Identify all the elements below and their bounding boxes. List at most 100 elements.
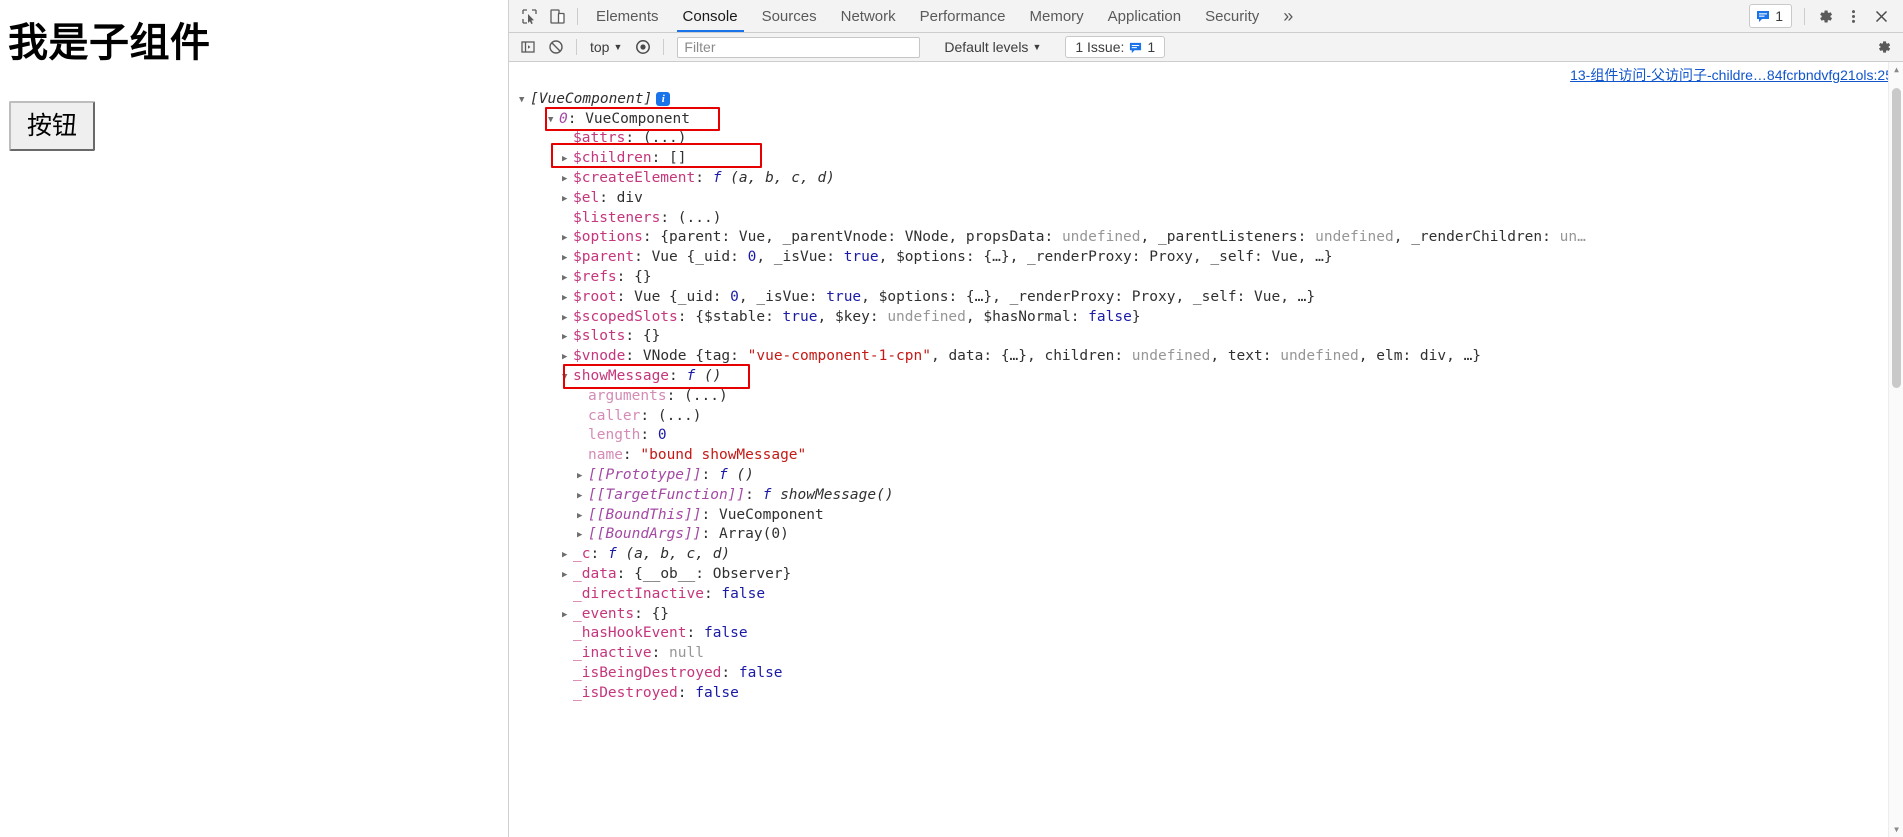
console-line[interactable]: ▶_inactive: null: [519, 644, 1903, 664]
console-line[interactable]: ▶_isBeingDestroyed: false: [519, 664, 1903, 684]
log-levels-selector[interactable]: Default levels ▼: [940, 39, 1045, 55]
console-output[interactable]: 13-组件访问-父访问子-childre…84fcrbndvfg21ols:25…: [509, 62, 1903, 837]
expand-arrow-open-icon[interactable]: ▼: [548, 111, 559, 131]
console-line[interactable]: ▶_isDestroyed: false: [519, 684, 1903, 704]
console-line[interactable]: ▶$attrs: (...): [519, 129, 1903, 149]
expand-arrow-closed-icon[interactable]: ▶: [577, 507, 588, 527]
expand-arrow-closed-icon[interactable]: ▶: [577, 467, 588, 487]
console-token: :: [625, 348, 643, 365]
console-line[interactable]: ▶ $slots: {}: [519, 327, 1903, 347]
console-line[interactable]: ▶length: 0: [519, 426, 1903, 446]
console-line[interactable]: ▶ $vnode: VNode {tag: "vue-component-1-cp…: [519, 347, 1903, 367]
console-token: "bound showMessage": [640, 447, 807, 464]
expand-arrow-closed-icon[interactable]: ▶: [562, 190, 573, 210]
console-scrollbar[interactable]: ▲ ▼: [1888, 62, 1903, 837]
expand-arrow-closed-icon[interactable]: ▶: [562, 348, 573, 368]
console-line[interactable]: ▶ $options: {parent: Vue, _parentVnode: V…: [519, 228, 1903, 248]
console-token: true: [843, 249, 879, 266]
filter-input[interactable]: [677, 36, 921, 58]
tab-network[interactable]: Network: [829, 0, 908, 32]
console-token: $vnode: [573, 348, 626, 365]
more-tabs-icon[interactable]: »: [1271, 0, 1305, 32]
console-token: elm: [1376, 348, 1403, 365]
console-token: _isDestroyed: [573, 684, 678, 701]
tab-application[interactable]: Application: [1096, 0, 1193, 32]
inspect-element-icon[interactable]: [515, 0, 543, 32]
console-line[interactable]: ▼ showMessage: f (): [519, 367, 1903, 387]
tab-sources[interactable]: Sources: [750, 0, 829, 32]
console-token: 0: [657, 427, 667, 444]
tab-elements[interactable]: Elements: [584, 0, 671, 32]
info-icon[interactable]: i: [656, 91, 671, 106]
console-line[interactable]: ▶ [[BoundArgs]]: Array(0): [519, 525, 1903, 545]
console-token: _hasHookEvent: [573, 625, 687, 642]
console-token: :: [651, 150, 670, 167]
issues-summary-bar[interactable]: 1 Issue: 1: [1065, 36, 1166, 58]
expand-arrow-closed-icon[interactable]: ▶: [562, 269, 573, 289]
console-line[interactable]: ▼ [VueComponent] i: [519, 90, 1903, 110]
expand-arrow-open-icon[interactable]: ▼: [562, 368, 573, 388]
expand-arrow-closed-icon[interactable]: ▶: [562, 170, 573, 190]
console-line[interactable]: ▶ [[TargetFunction]]: f showMessage(): [519, 486, 1903, 506]
tab-security[interactable]: Security: [1193, 0, 1271, 32]
expand-arrow-closed-icon[interactable]: ▶: [562, 328, 573, 348]
console-token: :: [640, 407, 658, 424]
expand-arrow-closed-icon[interactable]: ▶: [562, 566, 573, 586]
console-token: 0: [730, 288, 739, 305]
scroll-up-icon[interactable]: ▲: [1889, 62, 1903, 77]
source-link[interactable]: 13-组件访问-父访问子-childre…84fcrbndvfg21ols:25: [1570, 67, 1893, 83]
expand-arrow-closed-icon[interactable]: ▶: [562, 546, 573, 566]
console-line[interactable]: ▶ [[BoundThis]]: VueComponent: [519, 506, 1903, 526]
console-line[interactable]: ▶ $createElement: f (a, b, c, d): [519, 169, 1903, 189]
execution-context-selector[interactable]: top ▼: [584, 39, 628, 55]
expand-arrow-closed-icon[interactable]: ▶: [577, 487, 588, 507]
expand-arrow-closed-icon[interactable]: ▶: [562, 289, 573, 309]
console-token: :: [660, 209, 678, 226]
close-icon[interactable]: [1867, 2, 1895, 30]
console-line[interactable]: ▶arguments: (...): [519, 387, 1903, 407]
expand-arrow-closed-icon[interactable]: ▶: [562, 229, 573, 249]
console-line[interactable]: ▶_hasHookEvent: false: [519, 624, 1903, 644]
tab-memory[interactable]: Memory: [1018, 0, 1096, 32]
console-token: : {: [677, 308, 704, 325]
console-line[interactable]: ▶ $scopedSlots: {$stable: true, $key: und…: [519, 308, 1903, 328]
console-line[interactable]: ▶ $children: []: [519, 149, 1903, 169]
console-token: : {…},: [948, 288, 1010, 305]
expand-arrow-closed-icon[interactable]: ▶: [577, 526, 588, 546]
more-options-icon[interactable]: [1839, 2, 1867, 30]
console-line[interactable]: ▶ _events: {}: [519, 605, 1903, 625]
console-token: : Observer}: [695, 565, 792, 582]
expand-arrow-closed-icon[interactable]: ▶: [562, 309, 573, 329]
console-settings-icon[interactable]: [1869, 35, 1899, 59]
console-line[interactable]: ▶$listeners: (...): [519, 209, 1903, 229]
console-line[interactable]: ▶ $root: Vue {_uid: 0, _isVue: true, $opt…: [519, 288, 1903, 308]
console-line[interactable]: ▶ $parent: Vue {_uid: 0, _isVue: true, $o…: [519, 248, 1903, 268]
console-line[interactable]: ▶ $el: div: [519, 189, 1903, 209]
expand-arrow-open-icon[interactable]: ▼: [519, 91, 530, 111]
tab-performance[interactable]: Performance: [908, 0, 1018, 32]
expand-arrow-closed-icon[interactable]: ▶: [562, 150, 573, 170]
clear-console-icon[interactable]: [543, 35, 569, 59]
scroll-down-icon[interactable]: ▼: [1889, 822, 1903, 837]
device-toolbar-icon[interactable]: [543, 0, 571, 32]
scrollbar-thumb[interactable]: [1892, 88, 1901, 388]
console-line[interactable]: ▼ 0: VueComponent: [519, 110, 1903, 130]
console-line[interactable]: ▶ _c: f (a, b, c, d): [519, 545, 1903, 565]
console-line[interactable]: ▶caller: (...): [519, 407, 1903, 427]
console-line[interactable]: ▶name: "bound showMessage": [519, 446, 1903, 466]
console-line[interactable]: ▶ _data: {__ob__: Observer}: [519, 565, 1903, 585]
issue-icon: [1757, 11, 1770, 22]
console-line[interactable]: ▶ $refs: {}: [519, 268, 1903, 288]
action-button[interactable]: 按钮: [9, 101, 96, 151]
toolbar-divider-2: [1804, 7, 1805, 25]
tab-console[interactable]: Console: [671, 0, 750, 32]
console-token: un…: [1559, 229, 1586, 246]
issues-chip[interactable]: 1: [1749, 4, 1792, 28]
expand-arrow-closed-icon[interactable]: ▶: [562, 249, 573, 269]
gear-icon[interactable]: [1811, 2, 1839, 30]
live-expression-icon[interactable]: [630, 35, 656, 59]
expand-arrow-closed-icon[interactable]: ▶: [562, 606, 573, 626]
console-sidebar-icon[interactable]: [515, 35, 541, 59]
console-line[interactable]: ▶_directInactive: false: [519, 585, 1903, 605]
console-line[interactable]: ▶ [[Prototype]]: f (): [519, 466, 1903, 486]
